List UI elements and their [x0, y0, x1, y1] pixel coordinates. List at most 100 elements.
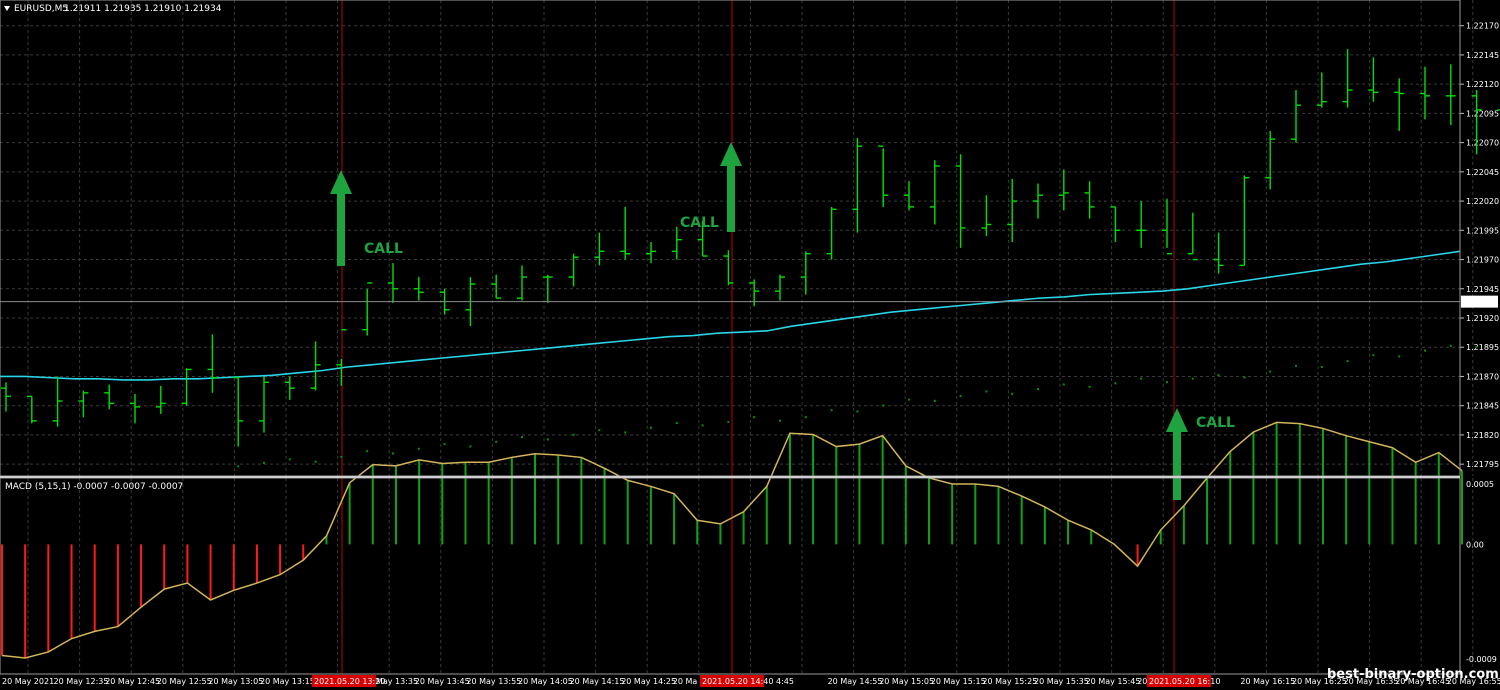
indicator-dot-39	[1011, 392, 1014, 395]
call-label-2: CALL	[1196, 415, 1235, 431]
call-label-0: CALL	[364, 241, 403, 257]
symbol-label: EURUSD,M5	[14, 4, 68, 14]
time-axis: 20 May 2021 20 May 12:3520 May 12:4520 Ma…	[2, 675, 1500, 687]
indicator-dot-29	[753, 416, 756, 419]
time-label-13: 20 Ma	[673, 677, 698, 686]
highlighted-time-label-2: 2021.05.20 16:10	[1149, 677, 1220, 686]
time-label-2: 20 May 12:45	[105, 677, 160, 686]
indicator-dot-40	[1037, 388, 1039, 391]
indicator-dot-19	[495, 440, 498, 443]
indicator-dot-53	[1372, 354, 1375, 357]
indicator-dot-13	[340, 455, 343, 458]
trading-chart[interactable]: 1.22170 1.22145 1.22120 1.22095 1.22070 1.220…	[0, 0, 1500, 690]
time-label-24: 20 May 16:15	[1240, 677, 1295, 686]
watermark: best-binary-option.com	[1327, 667, 1499, 682]
time-label-21: 20 May 15:45	[1086, 677, 1141, 686]
indicator-dot-44	[1140, 377, 1143, 380]
indicator-dot-26	[675, 422, 678, 425]
indicator-dot-33	[856, 410, 859, 413]
price-tick-label-11: 1.21895	[1466, 343, 1499, 352]
price-tick-label-5: 1.22045	[1466, 168, 1499, 177]
indicator-dot-35	[908, 398, 910, 401]
price-tick-label-13: 1.21845	[1466, 402, 1499, 411]
time-label-16: 20 May 14:55	[828, 677, 883, 686]
indicator-dot-51	[1320, 365, 1323, 368]
indicator-dot-28	[727, 420, 730, 423]
indicator-dot-30	[779, 419, 781, 422]
price-tick-label-10: 1.21920	[1466, 314, 1499, 323]
indicator-dot-56	[1449, 344, 1452, 347]
indicator-dot-45	[1166, 381, 1168, 384]
time-label-20: 20 May 15:35	[1034, 677, 1089, 686]
time-label-8: 20 May 13:45	[415, 677, 470, 686]
highlighted-time-label-1: 2021.05.20 14:40	[702, 677, 773, 686]
indicator-dot-15	[392, 452, 394, 455]
indicator-dot-21	[546, 438, 549, 441]
price-tick-label-7: 1.21995	[1466, 226, 1499, 235]
price-tick-label-2: 1.22120	[1466, 80, 1499, 89]
ohlc-label: 1.21911 1.21935 1.21910 1.21934	[64, 4, 222, 14]
indicator-dot-49	[1269, 370, 1272, 373]
time-label-9: 20 May 13:55	[466, 677, 521, 686]
indicator-dot-18	[469, 445, 472, 448]
highlighted-time-label-0: 2021.05.20 13:20	[314, 677, 385, 686]
indicator-dot-41	[1062, 383, 1065, 386]
macd-tick-label-0: 0.0005	[1466, 480, 1494, 489]
time-label-15: 4:45	[776, 677, 794, 686]
indicator-dot-12	[314, 460, 317, 463]
indicator-dot-48	[1243, 376, 1246, 379]
time-label-5: 20 May 13:15	[260, 677, 315, 686]
indicator-dot-36	[933, 399, 936, 402]
indicator-dot-11	[288, 458, 291, 461]
indicator-dot-57	[1475, 346, 1478, 349]
indicator-dot-17	[443, 443, 446, 446]
indicator-dot-32	[830, 409, 833, 412]
time-label-19: 20 May 15:25	[982, 677, 1037, 686]
call-label-1: CALL	[680, 215, 719, 231]
time-label-0: 20 May 2021	[2, 677, 54, 686]
indicator-dot-14	[366, 450, 369, 453]
time-label-11: 20 May 14:15	[570, 677, 625, 686]
indicator-dot-31	[804, 416, 807, 419]
indicator-dot-34	[882, 404, 885, 407]
price-tick-label-12: 1.21870	[1466, 372, 1499, 381]
indicator-dot-20	[521, 436, 523, 439]
time-label-10: 20 May 14:05	[518, 677, 573, 686]
indicator-dot-43	[1114, 382, 1117, 385]
indicator-dot-42	[1088, 385, 1091, 388]
time-label-1: 20 May 12:35	[54, 677, 109, 686]
time-label-17: 20 May 15:05	[879, 677, 934, 686]
indicator-dot-47	[1217, 374, 1220, 377]
indicator-dot-50	[1295, 364, 1297, 367]
price-tick-label-6: 1.22020	[1466, 197, 1499, 206]
price-tick-label-8: 1.21970	[1466, 256, 1499, 265]
price-tick-label-9: 1.21945	[1466, 285, 1499, 294]
indicator-dot-37	[959, 395, 962, 398]
price-tick-label-1: 1.22145	[1466, 51, 1499, 60]
time-label-3: 20 May 12:55	[157, 677, 212, 686]
time-label-18: 20 May 15:15	[931, 677, 986, 686]
price-tick-label-3: 1.22095	[1466, 109, 1499, 118]
indicator-dot-52	[1346, 360, 1349, 363]
price-tick-label-0: 1.22170	[1466, 22, 1499, 31]
price-tick-label-15: 1.21795	[1466, 460, 1499, 469]
time-label-12: 20 May 14:25	[621, 677, 676, 686]
indicator-dot-54	[1398, 355, 1401, 358]
indicator-dot-38	[985, 390, 988, 393]
indicator-dot-55	[1424, 349, 1426, 352]
indicator-dot-46	[1191, 377, 1194, 380]
macd-tick-label-2: -0.0009	[1466, 655, 1497, 664]
indicator-dot-9	[237, 465, 240, 468]
price-tick-label-4: 1.22070	[1466, 139, 1499, 148]
macd-label: MACD (5,15,1) -0.0007 -0.0007 -0.0007	[5, 482, 183, 492]
indicator-dot-10	[263, 461, 265, 464]
current-price-label: 1.21934	[1464, 298, 1497, 307]
indicator-dot-16	[417, 447, 420, 450]
indicator-dot-23	[598, 429, 601, 432]
time-label-4: 20 May 13:05	[208, 677, 263, 686]
indicator-dot-25	[650, 426, 652, 429]
price-tick-label-14: 1.21820	[1466, 431, 1499, 440]
indicator-dot-22	[572, 433, 575, 436]
indicator-dot-27	[701, 424, 704, 427]
macd-tick-label-1: 0.00	[1466, 540, 1484, 549]
